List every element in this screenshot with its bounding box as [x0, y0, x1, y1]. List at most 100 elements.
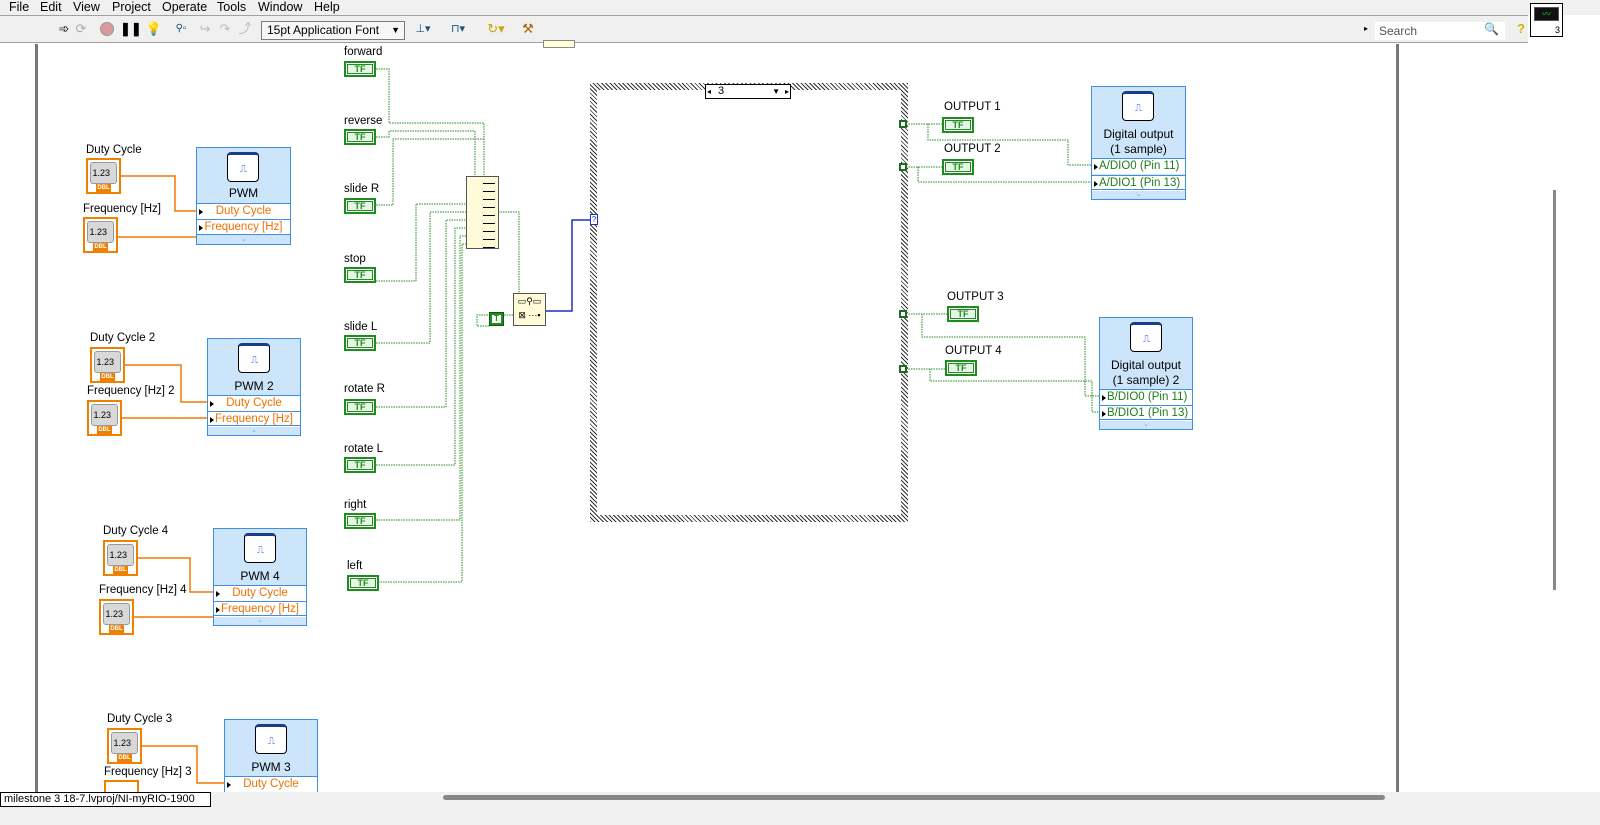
pwm-2-express-vi[interactable]: ⎍ PWM 2 Duty Cycle Frequency [Hz] ⌄ [207, 338, 301, 436]
left-control[interactable]: TF [347, 575, 379, 591]
pwm-title: PWM 3 [251, 760, 291, 774]
frequency-control[interactable]: 1.23 DBL [83, 217, 118, 253]
tf-glyph: TF [945, 120, 971, 130]
frequency-label: Frequency [Hz] [83, 203, 161, 215]
pwm-icon: ⎍ [238, 343, 270, 373]
digital-output-express-vi[interactable]: ⎍ Digital output (1 sample) A/DIO0 (Pin … [1091, 86, 1186, 200]
input-duty-cycle[interactable]: Duty Cycle [197, 203, 290, 219]
output-tunnel-1[interactable] [899, 120, 907, 128]
numeric-glyph: 1.23 [107, 544, 134, 566]
true-constant-value: T [491, 314, 502, 324]
integer-wire [545, 219, 590, 312]
digital-output-title: Digital output [1110, 358, 1182, 372]
stop-control[interactable]: TF [344, 267, 376, 283]
duty-cycle-3-label: Duty Cycle 3 [107, 713, 173, 725]
slide-l-control[interactable]: TF [344, 335, 376, 351]
digital-output-subtitle: (1 sample) [1110, 142, 1167, 156]
horizontal-scrollbar[interactable] [443, 795, 1385, 800]
dbl-tag: DBL [117, 754, 132, 762]
right-control[interactable]: TF [344, 513, 376, 529]
tf-glyph: TF [347, 338, 373, 348]
search-array-icon: ▭⚲▭ ⊠ ⋯▪ [517, 296, 542, 320]
expand-chevron-icon[interactable]: ⌄ [197, 234, 290, 244]
tf-glyph: TF [945, 162, 971, 172]
output-3-label: OUTPUT 3 [947, 291, 1004, 303]
duty-cycle-3-control[interactable]: 1.23 DBL [107, 728, 142, 764]
expand-chevron-icon[interactable]: ⌄ [214, 615, 306, 625]
output-1-indicator[interactable]: TF [942, 117, 974, 133]
output-1-label: OUTPUT 1 [944, 101, 1001, 113]
forward-control[interactable]: TF [344, 61, 376, 77]
expand-chevron-icon[interactable]: ⌄ [208, 425, 300, 435]
frequency-3-control[interactable] [104, 780, 139, 792]
output-tunnel-4[interactable] [899, 365, 907, 373]
build-array-node[interactable] [466, 176, 499, 249]
rotate-r-control[interactable]: TF [344, 399, 376, 415]
forward-label: forward [344, 46, 383, 58]
input-b-dio0[interactable]: B/DIO0 (Pin 11) [1100, 389, 1192, 405]
digital-output-subtitle: (1 sample) 2 [1112, 373, 1180, 387]
case-selector[interactable]: ◂ 3 ▼ ▸ [705, 84, 791, 99]
tf-glyph: TF [950, 309, 976, 319]
duty-cycle-control[interactable]: 1.23 DBL [86, 158, 121, 194]
slide-l-label: slide L [344, 321, 378, 333]
prev-case-icon[interactable]: ◂ [707, 85, 711, 98]
dbl-tag: DBL [97, 426, 112, 434]
output-4-indicator[interactable]: TF [945, 360, 977, 376]
pwm-express-vi[interactable]: ⎍ PWM Duty Cycle Frequency [Hz] ⌄ [196, 147, 291, 245]
input-duty-cycle[interactable]: Duty Cycle [225, 776, 317, 792]
case-selector-terminal[interactable]: ? [590, 214, 598, 225]
digital-output-icon: ⎍ [1122, 91, 1154, 121]
tf-glyph: TF [347, 270, 373, 280]
input-duty-cycle[interactable]: Duty Cycle [208, 395, 300, 411]
frequency-3-label: Frequency [Hz] 3 [104, 766, 192, 778]
dbl-tag: DBL [113, 566, 128, 574]
output-3-indicator[interactable]: TF [947, 306, 979, 322]
frequency-4-control[interactable]: 1.23 DBL [99, 599, 134, 635]
output-tunnel-3[interactable] [899, 310, 907, 318]
output-2-label: OUTPUT 2 [944, 143, 1001, 155]
right-label: right [344, 499, 367, 511]
pwm-icon: ⎍ [255, 724, 287, 754]
chevron-down-icon[interactable]: ▼ [772, 85, 780, 98]
numeric-glyph: 1.23 [90, 162, 117, 184]
duty-cycle-4-control[interactable]: 1.23 DBL [103, 540, 138, 576]
pwm-3-express-vi[interactable]: ⎍ PWM 3 Duty Cycle [224, 719, 318, 792]
pwm-title: PWM [228, 186, 259, 200]
digital-output-2-express-vi[interactable]: ⎍ Digital output (1 sample) 2 B/DIO0 (Pi… [1099, 317, 1193, 430]
tf-glyph: TF [347, 201, 373, 211]
pwm-title: PWM 2 [234, 379, 274, 393]
frequency-2-control[interactable]: 1.23 DBL [87, 400, 122, 436]
expand-chevron-icon[interactable]: ⌄ [1100, 419, 1192, 429]
dbl-tag: DBL [93, 243, 108, 251]
pwm-icon: ⎍ [227, 152, 259, 182]
numeric-glyph: 1.23 [87, 221, 114, 243]
rotate-r-label: rotate R [344, 383, 385, 395]
stop-label: stop [344, 253, 366, 265]
rotate-l-control[interactable]: TF [344, 457, 376, 473]
project-context-label: milestone 3 18-7.lvproj/NI-myRIO-1900 [0, 792, 211, 807]
input-a-dio0[interactable]: A/DIO0 (Pin 11) [1092, 158, 1185, 174]
output-4-label: OUTPUT 4 [945, 345, 1002, 357]
case-structure[interactable] [590, 83, 908, 522]
true-constant[interactable]: T [489, 312, 504, 326]
pwm-icon: ⎍ [244, 533, 276, 563]
slide-r-control[interactable]: TF [344, 198, 376, 214]
output-tunnel-2[interactable] [899, 163, 907, 171]
input-frequency[interactable]: Frequency [Hz] [197, 219, 290, 235]
pwm-4-express-vi[interactable]: ⎍ PWM 4 Duty Cycle Frequency [Hz] ⌄ [213, 528, 307, 626]
output-2-indicator[interactable]: TF [942, 159, 974, 175]
numeric-glyph: 1.23 [103, 603, 130, 625]
pwm-title: PWM 4 [240, 569, 280, 583]
next-case-icon[interactable]: ▸ [785, 85, 789, 98]
expand-chevron-icon[interactable]: ⌄ [1092, 189, 1185, 199]
rotate-l-label: rotate L [344, 443, 383, 455]
search-1d-array-node[interactable]: ▭⚲▭ ⊠ ⋯▪ [513, 293, 546, 326]
numeric-wires [118, 175, 224, 784]
duty-cycle-2-control[interactable]: 1.23 DBL [90, 347, 125, 383]
reverse-control[interactable]: TF [344, 129, 376, 145]
duty-cycle-label: Duty Cycle [86, 144, 142, 156]
dbl-tag: DBL [109, 625, 124, 633]
input-duty-cycle[interactable]: Duty Cycle [214, 585, 306, 601]
left-label: left [347, 560, 363, 572]
